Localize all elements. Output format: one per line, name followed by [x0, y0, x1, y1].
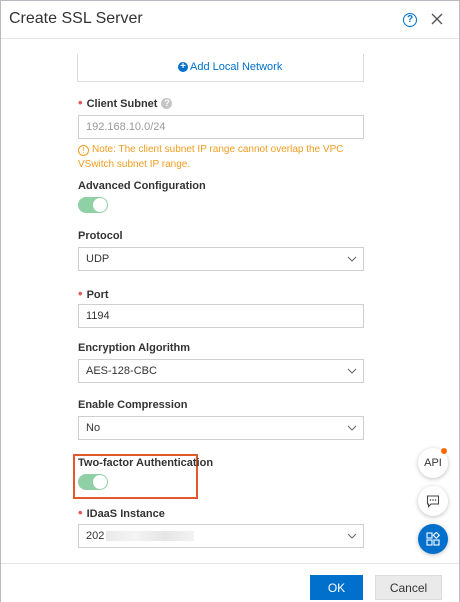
close-icon[interactable]	[429, 11, 445, 27]
chevron-down-icon	[347, 368, 357, 374]
dialog-title: Create SSL Server	[9, 10, 143, 27]
client-subnet-label-text: Client Subnet	[86, 97, 158, 110]
apps-grid-icon	[426, 531, 441, 546]
add-local-network-box: + Add Local Network	[77, 54, 364, 82]
port-label: • Port	[78, 286, 109, 302]
toggle-knob	[93, 475, 107, 489]
ok-button[interactable]: OK	[310, 575, 363, 600]
port-label-text: Port	[86, 288, 109, 301]
add-local-network-label: Add Local Network	[190, 61, 283, 73]
two-factor-authentication-label: Two-factor Authentication	[78, 457, 214, 469]
apps-button[interactable]	[418, 524, 448, 554]
chevron-down-icon	[347, 256, 357, 262]
port-input[interactable]: 1194	[78, 304, 364, 328]
chevron-down-icon	[347, 533, 357, 539]
idaas-instance-select[interactable]: 202	[78, 524, 364, 548]
idaas-instance-label-text: IDaaS Instance	[86, 507, 165, 520]
enable-compression-select[interactable]: No	[78, 416, 364, 440]
api-label: API	[424, 457, 442, 469]
protocol-label: Protocol	[78, 230, 123, 242]
client-subnet-input[interactable]: 192.168.10.0/24	[78, 115, 364, 139]
advanced-configuration-label: Advanced Configuration	[78, 180, 206, 192]
add-local-network-button[interactable]: + Add Local Network	[178, 61, 282, 73]
encryption-algorithm-value: AES-128-CBC	[86, 365, 157, 377]
question-circle-icon[interactable]: ?	[403, 13, 417, 27]
required-marker: •	[78, 286, 83, 301]
client-subnet-note-text: Note: The client subnet IP range cannot …	[78, 144, 344, 170]
dialog-header: Create SSL Server ?	[1, 1, 459, 39]
chevron-down-icon	[347, 425, 357, 431]
cancel-button[interactable]: Cancel	[375, 575, 442, 600]
notification-dot	[441, 448, 447, 454]
advanced-configuration-toggle[interactable]	[78, 197, 108, 213]
two-factor-authentication-toggle[interactable]	[78, 474, 108, 490]
protocol-value: UDP	[86, 253, 110, 265]
warning-icon: !	[78, 145, 89, 156]
encryption-algorithm-label: Encryption Algorithm	[78, 342, 191, 354]
enable-compression-value: No	[86, 422, 101, 434]
toggle-knob	[93, 198, 107, 212]
api-button[interactable]: API	[418, 448, 448, 478]
required-marker: •	[78, 505, 83, 520]
chat-icon	[426, 495, 440, 508]
idaas-instance-value: 202	[86, 530, 105, 542]
question-icon[interactable]: ?	[161, 98, 173, 109]
chat-button[interactable]	[418, 486, 448, 516]
dialog-footer: OK Cancel	[1, 563, 459, 602]
redacted-value	[106, 531, 195, 542]
encryption-algorithm-select[interactable]: AES-128-CBC	[78, 359, 364, 383]
required-marker: •	[78, 95, 83, 110]
dialog-body: + Add Local Network • Client Subnet ? 19…	[1, 39, 459, 563]
plus-circle-icon: +	[178, 62, 188, 72]
create-ssl-server-dialog: Create SSL Server ? + Add Local Network …	[0, 0, 460, 602]
idaas-instance-label: • IDaaS Instance	[78, 505, 165, 521]
client-subnet-label: • Client Subnet ?	[78, 95, 173, 111]
enable-compression-label: Enable Compression	[78, 399, 188, 411]
client-subnet-note: ! Note: The client subnet IP range cannot…	[78, 142, 368, 172]
protocol-select[interactable]: UDP	[78, 247, 364, 271]
